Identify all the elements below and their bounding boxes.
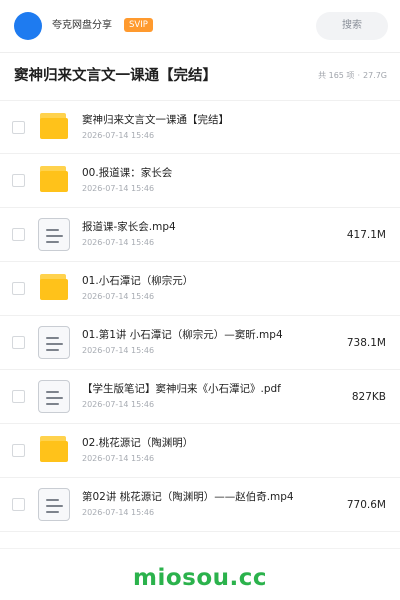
item-date: 2026-07-14 15:46 [82,346,155,355]
list-item[interactable]: 报道课-家长会.mp4 2026-07-14 15:46 417.1M [0,208,400,262]
list-item[interactable]: 第02讲 桃花源记（陶渊明）——赵伯奇.mp4 2026-07-14 15:46… [0,478,400,532]
item-name: 00.报道课：家长会 [82,167,173,179]
list-item[interactable]: 00.报道课：家长会 2026-07-14 15:46 [0,154,400,208]
item-name: 01.小石潭记（柳宗元） [82,275,194,287]
folder-icon [38,274,70,304]
item-name: 第02讲 桃花源记（陶渊明）——赵伯奇.mp4 [82,491,294,503]
folder-stats: 共 165 项 · 27.7G [318,70,387,82]
folder-title-row: 窦神归来文言文一课通【完结】 共 165 项 · 27.7G [0,53,400,99]
item-date: 2026-07-14 15:46 [82,454,155,463]
folder-icon [38,113,70,143]
item-date: 2026-07-14 15:46 [82,292,155,301]
select-checkbox[interactable] [12,390,25,403]
folder-icon [38,166,70,196]
file-icon [38,380,70,413]
list-item[interactable]: 01.小石潭记（柳宗元） 2026-07-14 15:46 [0,262,400,316]
file-icon [38,488,70,521]
share-source-label: 夸克网盘分享 [52,20,112,31]
item-size: 827KB [351,391,386,403]
item-date: 2026-07-14 15:46 [82,131,155,140]
item-name: 报道课-家长会.mp4 [82,221,176,233]
folder-icon [38,436,70,466]
select-checkbox[interactable] [12,121,25,134]
list-item[interactable]: 02.桃花源记（陶渊明） 2026-07-14 15:46 [0,424,400,478]
item-name: 【学生版笔记】窦神归来《小石潭记》.pdf [82,383,281,395]
stats-separator: · [357,71,360,80]
footer: miosou.cc [0,548,400,600]
list-item[interactable]: 01.第1讲 小石潭记（柳宗元）—窦昕.mp4 2026-07-14 15:46… [0,316,400,370]
item-date: 2026-07-14 15:46 [82,238,155,247]
file-icon [38,218,70,251]
watermark-text: miosou.cc [132,565,268,591]
item-date: 2026-07-14 15:46 [82,184,155,193]
page-title: 窦神归来文言文一课通【完结】 [14,68,217,84]
file-list: 窦神归来文言文一课通【完结】 2026-07-14 15:46 00.报道课：家… [0,100,400,532]
total-size: 27.7G [362,71,387,80]
item-name: 01.第1讲 小石潭记（柳宗元）—窦昕.mp4 [82,329,283,341]
select-checkbox[interactable] [12,282,25,295]
search-button[interactable]: 搜索 [316,12,388,40]
select-checkbox[interactable] [12,498,25,511]
item-date: 2026-07-14 15:46 [82,508,155,517]
avatar[interactable] [14,12,42,40]
item-name: 02.桃花源记（陶渊明） [82,437,194,449]
item-date: 2026-07-14 15:46 [82,400,155,409]
file-icon [38,326,70,359]
select-checkbox[interactable] [12,336,25,349]
item-count: 共 165 项 [318,71,355,80]
list-item[interactable]: 窦神归来文言文一课通【完结】 2026-07-14 15:46 [0,100,400,154]
item-size: 738.1M [346,337,386,349]
item-name: 窦神归来文言文一课通【完结】 [82,114,229,126]
list-item[interactable]: 【学生版笔记】窦神归来《小石潭记》.pdf 2026-07-14 15:46 8… [0,370,400,424]
select-checkbox[interactable] [12,444,25,457]
svip-badge: SVIP [124,18,153,32]
item-size: 417.1M [346,229,386,241]
item-size: 770.6M [346,499,386,511]
select-checkbox[interactable] [12,228,25,241]
top-bar: 夸克网盘分享 SVIP 搜索 [0,0,400,52]
select-checkbox[interactable] [12,174,25,187]
